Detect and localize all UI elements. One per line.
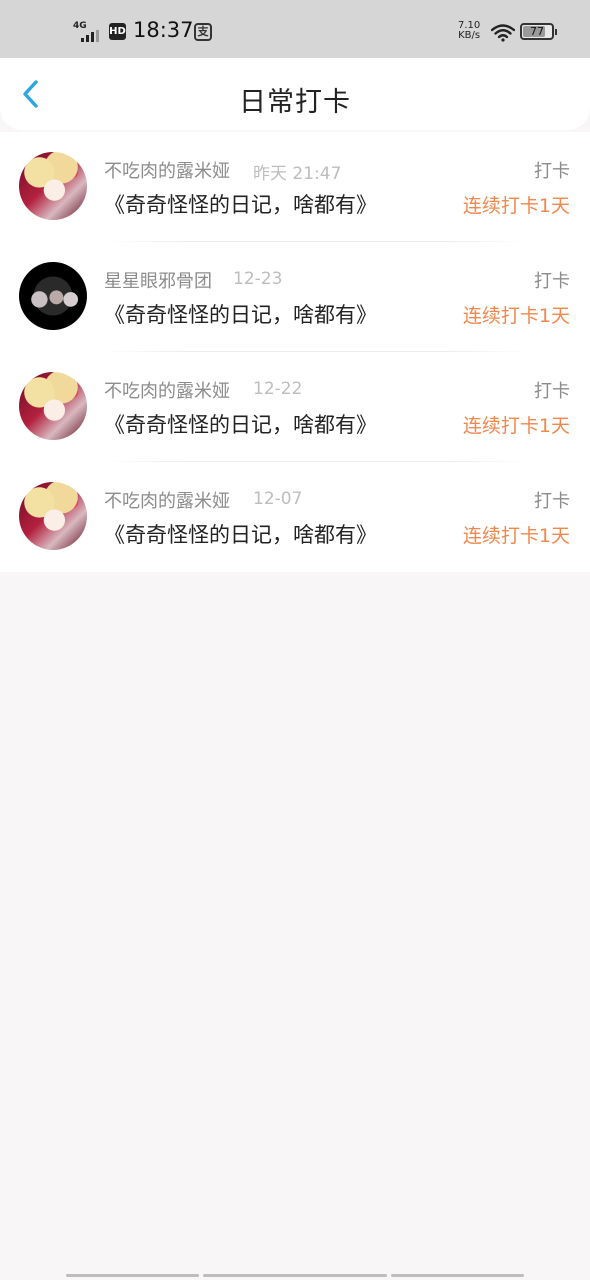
signal-icon: 4G	[73, 21, 103, 43]
gesture-bar	[66, 1274, 199, 1277]
list-item[interactable]: 星星眼邪骨团 12-23 打卡 《奇奇怪怪的日记，啥都有》 连续打卡1天	[0, 242, 590, 352]
type-label: 打卡	[534, 491, 570, 512]
hd-icon: HD	[109, 23, 126, 40]
user-name[interactable]: 星星眼邪骨团	[104, 267, 212, 293]
post-date: 12-22	[253, 379, 303, 399]
wifi-icon	[491, 24, 515, 42]
diary-title[interactable]: 《奇奇怪怪的日记，啥都有》	[104, 189, 377, 219]
gesture-bar	[203, 1274, 387, 1277]
avatar[interactable]	[19, 482, 87, 550]
list-item[interactable]: 不吃肉的露米娅 昨天 21:47 打卡 《奇奇怪怪的日记，啥都有》 连续打卡1天	[0, 132, 590, 242]
type-label: 打卡	[534, 381, 570, 402]
status-time: 18:37	[133, 18, 194, 42]
alipay-icon: 支	[194, 23, 212, 41]
post-date: 12-07	[253, 489, 303, 509]
post-date: 昨天 21:47	[253, 164, 342, 184]
checkin-list: 不吃肉的露米娅 昨天 21:47 打卡 《奇奇怪怪的日记，啥都有》 连续打卡1天…	[0, 132, 590, 572]
diary-title[interactable]: 《奇奇怪怪的日记，啥都有》	[104, 519, 377, 549]
post-date: 12-23	[233, 269, 283, 289]
diary-title[interactable]: 《奇奇怪怪的日记，啥都有》	[104, 299, 377, 329]
list-item[interactable]: 不吃肉的露米娅 12-22 打卡 《奇奇怪怪的日记，啥都有》 连续打卡1天	[0, 352, 590, 462]
speed-unit: KB/s	[458, 30, 481, 41]
status-bar: 4G HD 18:37 支 7.10 KB/s 77	[0, 0, 590, 58]
user-name[interactable]: 不吃肉的露米娅	[104, 487, 230, 513]
battery-icon: 77	[520, 23, 557, 40]
diary-title[interactable]: 《奇奇怪怪的日记，啥都有》	[104, 409, 377, 439]
user-name[interactable]: 不吃肉的露米娅	[104, 157, 230, 183]
streak-label: 连续打卡1天	[462, 525, 570, 547]
type-label: 打卡	[534, 161, 570, 182]
streak-label: 连续打卡1天	[462, 305, 570, 327]
streak-label: 连续打卡1天	[462, 415, 570, 437]
network-speed: 7.10 KB/s	[458, 21, 480, 41]
avatar[interactable]	[19, 152, 87, 220]
avatar[interactable]	[19, 372, 87, 440]
avatar[interactable]	[19, 262, 87, 330]
page-title: 日常打卡	[239, 87, 351, 118]
gesture-bar	[391, 1274, 524, 1277]
battery-level: 77	[530, 25, 544, 38]
list-item[interactable]: 不吃肉的露米娅 12-07 打卡 《奇奇怪怪的日记，啥都有》 连续打卡1天	[0, 462, 590, 572]
streak-label: 连续打卡1天	[462, 195, 570, 217]
user-name[interactable]: 不吃肉的露米娅	[104, 377, 230, 403]
header: 日常打卡	[0, 58, 590, 130]
type-label: 打卡	[534, 271, 570, 292]
